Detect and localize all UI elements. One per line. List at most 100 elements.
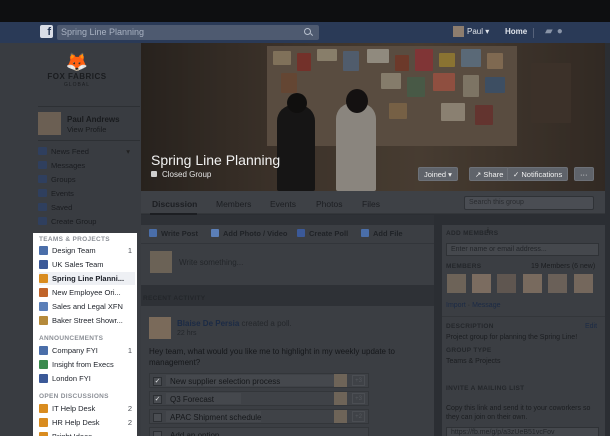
mailing-list-link[interactable]: https://fb.me/g/p/a3zUeB51vcFov xyxy=(446,427,599,436)
group-item-spring-line-planni[interactable]: Spring Line Planni... xyxy=(39,272,135,285)
poll-option[interactable]: Add an option... xyxy=(149,427,369,436)
group-item-label: IT Help Desk xyxy=(52,404,96,413)
group-item-uk-sales-team[interactable]: UK Sales Team xyxy=(39,258,135,271)
add-file-button[interactable]: Add File xyxy=(361,229,403,238)
user-name: Paul xyxy=(467,27,484,36)
sidebar-item-news-feed[interactable]: News Feed ▾ xyxy=(38,145,140,158)
globe-icon[interactable]: ● xyxy=(557,26,567,37)
sidebar-item-label: Events xyxy=(51,189,74,198)
create-poll-button[interactable]: Create Poll xyxy=(297,229,348,238)
messages-icon[interactable]: ▰ xyxy=(545,26,557,37)
edit-description-link[interactable]: Edit xyxy=(585,323,597,330)
poll-checkbox[interactable]: ✓ xyxy=(153,395,162,404)
member-avatar[interactable] xyxy=(574,274,593,293)
chevron-down-icon[interactable]: ▾ xyxy=(126,145,130,158)
group-icon xyxy=(39,360,48,369)
group-item-label: UK Sales Team xyxy=(52,260,104,269)
post-author: Blaise De Persia created a poll. xyxy=(177,319,292,328)
write-post-button[interactable]: Write Post xyxy=(149,229,198,238)
info-icon[interactable]: i xyxy=(487,228,489,235)
share-button-label: Share xyxy=(483,170,504,179)
group-privacy: Closed Group xyxy=(151,170,211,179)
group-icon xyxy=(39,374,48,383)
sidebar-item-label: Groups xyxy=(51,175,76,184)
poll-vote-count[interactable]: +2 xyxy=(352,411,365,422)
sidebar-item-messages[interactable]: Messages xyxy=(38,159,140,172)
profile-name[interactable]: Paul Andrews xyxy=(67,115,120,124)
notifications-button[interactable]: ✓ Notifications xyxy=(507,167,569,181)
home-link[interactable]: Home xyxy=(505,25,527,39)
member-avatar[interactable] xyxy=(472,274,491,293)
poll-checkbox[interactable]: ✓ xyxy=(153,377,162,386)
import-link[interactable]: Import xyxy=(446,302,466,309)
view-profile-link[interactable]: View Profile xyxy=(67,125,106,134)
profile-block[interactable]: Paul Andrews View Profile xyxy=(38,112,142,136)
post-author-name[interactable]: Blaise De Persia xyxy=(177,319,239,328)
group-item-bright-ideas[interactable]: Bright Ideas xyxy=(39,430,135,436)
add-photo-button[interactable]: Add Photo / Video xyxy=(211,229,287,238)
more-button[interactable]: ··· xyxy=(574,167,594,181)
group-icon xyxy=(39,246,48,255)
tab-files[interactable]: Files xyxy=(362,199,380,209)
member-avatar[interactable] xyxy=(548,274,567,293)
group-item-insight-from-execs[interactable]: Insight from Execs xyxy=(39,358,135,371)
global-search-value: Spring Line Planning xyxy=(61,27,145,37)
add-photo-label: Add Photo / Video xyxy=(223,229,288,238)
add-members-input[interactable]: Enter name or email address... xyxy=(446,243,599,256)
group-item-hr-help-desk[interactable]: HR Help Desk 2 xyxy=(39,416,135,429)
sidebar-item-create-group[interactable]: Create Group xyxy=(38,215,140,228)
top-divider xyxy=(533,28,534,38)
group-item-baker-street-showr[interactable]: Baker Street Showr... xyxy=(39,314,135,327)
group-title: Spring Line Planning xyxy=(151,152,281,168)
post-time[interactable]: 22 hrs xyxy=(177,330,196,337)
avatar[interactable] xyxy=(38,112,61,135)
member-avatar[interactable] xyxy=(447,274,466,293)
group-item-count: 1 xyxy=(127,246,132,255)
tab-photos[interactable]: Photos xyxy=(316,199,342,209)
global-search-input[interactable]: Spring Line Planning xyxy=(57,25,319,40)
sidebar-item-groups[interactable]: Groups xyxy=(38,173,140,186)
add-members-placeholder: Enter name or email address... xyxy=(451,246,547,253)
group-item-it-help-desk[interactable]: IT Help Desk 2 xyxy=(39,402,135,415)
member-links: Import · Message xyxy=(446,302,501,309)
search-icon[interactable] xyxy=(304,28,311,35)
member-avatar[interactable] xyxy=(497,274,516,293)
add-members-header: ADD MEMBERS xyxy=(446,230,499,237)
tab-members[interactable]: Members xyxy=(216,199,251,209)
avatar[interactable] xyxy=(149,317,171,339)
poll-checkbox[interactable] xyxy=(153,413,162,422)
message-link[interactable]: Message xyxy=(472,302,500,309)
company-logo[interactable]: 🦊 FOX FABRICS GLOBAL xyxy=(46,52,108,88)
avatar[interactable] xyxy=(334,410,347,423)
avatar[interactable] xyxy=(334,374,347,387)
group-item-count: 2 xyxy=(127,404,132,413)
group-item-label: HR Help Desk xyxy=(52,418,100,427)
sidebar-divider xyxy=(38,140,140,141)
members-count[interactable]: 19 Members (6 new) xyxy=(531,263,595,270)
group-item-label: Spring Line Planni... xyxy=(52,274,125,283)
sidebar-item-saved[interactable]: Saved xyxy=(38,201,140,214)
group-item-new-employee-ori[interactable]: New Employee Ori... xyxy=(39,286,135,299)
member-avatar[interactable] xyxy=(523,274,542,293)
joined-button[interactable]: Joined ▾ xyxy=(418,167,458,181)
group-item-label: Bright Ideas xyxy=(52,432,92,436)
group-item-company-fyi[interactable]: Company FYI 1 xyxy=(39,344,135,357)
poll-vote-count[interactable]: +3 xyxy=(352,375,365,386)
sidebar-item-events[interactable]: Events xyxy=(38,187,140,200)
user-menu[interactable]: Paul ▾ xyxy=(453,25,489,39)
tab-events[interactable]: Events xyxy=(270,199,296,209)
facebook-logo-icon[interactable]: f xyxy=(40,25,53,38)
top-icons: ▰● xyxy=(545,26,567,38)
group-item-label: Design Team xyxy=(52,246,96,255)
poll-vote-count[interactable]: +3 xyxy=(352,393,365,404)
poll-checkbox[interactable] xyxy=(153,431,162,436)
group-search-input[interactable]: Search this group xyxy=(464,196,594,210)
group-icon xyxy=(39,432,48,436)
tab-discussion[interactable]: Discussion xyxy=(152,199,197,209)
group-item-london-fyi[interactable]: London FYI xyxy=(39,372,135,385)
group-item-design-team[interactable]: Design Team 1 xyxy=(39,244,135,257)
share-button[interactable]: ↗ Share xyxy=(469,167,510,181)
group-item-sales-and-legal-xfn[interactable]: Sales and Legal XFN xyxy=(39,300,135,313)
avatar[interactable] xyxy=(334,392,347,405)
composer-input[interactable]: Write something... xyxy=(179,258,243,267)
